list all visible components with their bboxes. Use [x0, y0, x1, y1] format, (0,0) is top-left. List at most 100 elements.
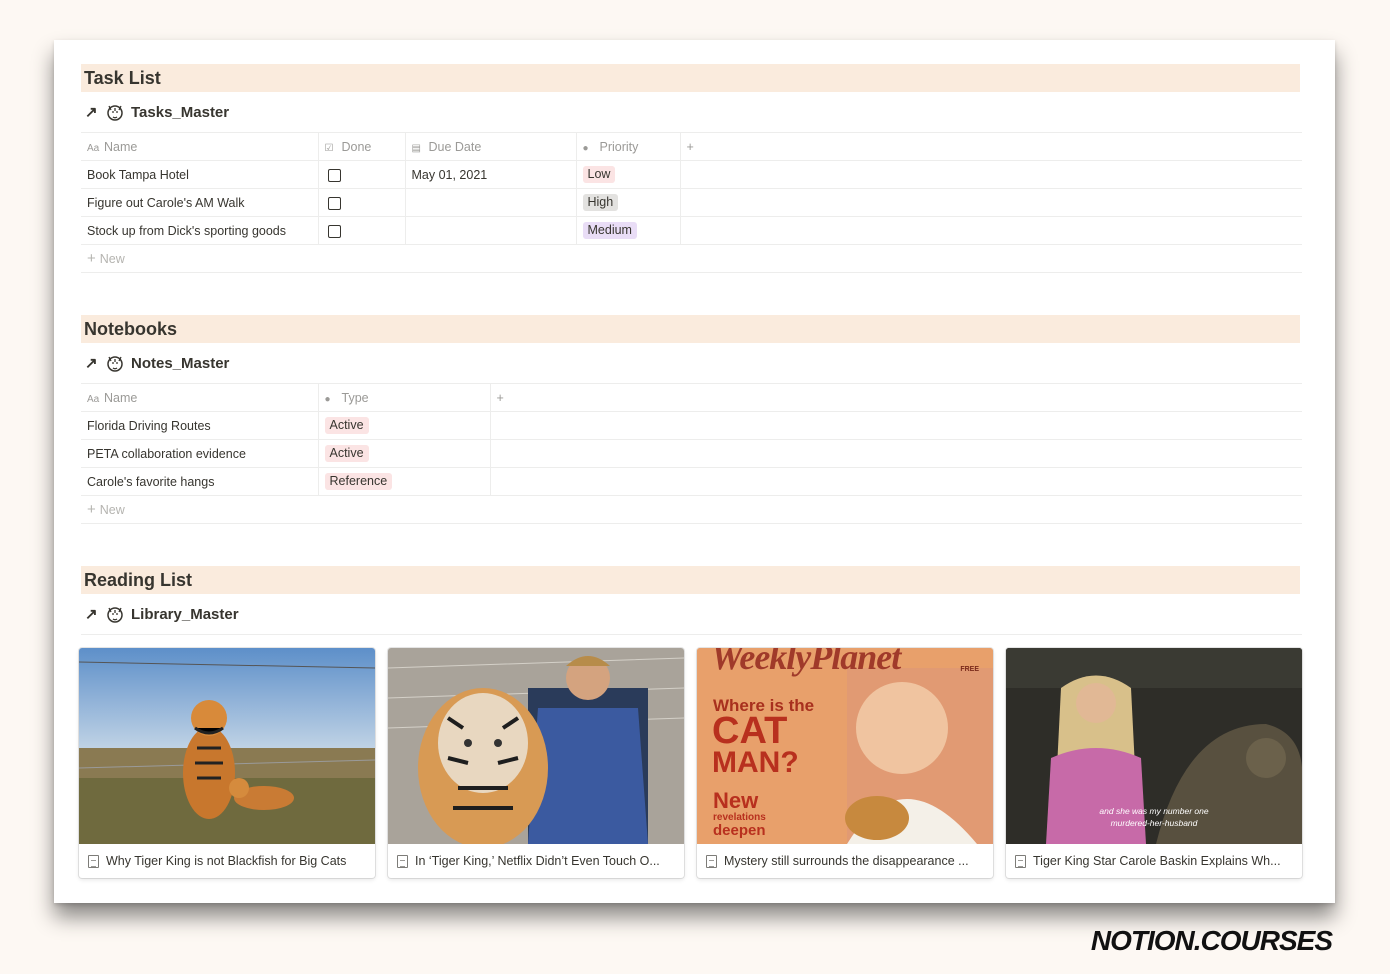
section-heading: Notebooks [81, 315, 1300, 343]
new-label: New [99, 252, 125, 266]
type-tag: Active [324, 417, 369, 434]
column-header-due-date[interactable]: ▤ Due Date [404, 132, 576, 161]
row-name[interactable]: PETA collaboration evidence [81, 439, 318, 468]
table-row[interactable]: Figure out Carole's AM Walk High [81, 188, 1302, 217]
tiger-icon [107, 356, 123, 372]
priority-cell[interactable]: High [575, 188, 680, 217]
table-row[interactable]: Book Tampa Hotel May 01, 2021 Low [81, 160, 1302, 189]
tiger-icon [107, 105, 123, 121]
tasks-table: Aa Name ☑ Done ▤ Due Date ● Priority + Book … [81, 132, 1302, 273]
column-header-name[interactable]: Aa Name [81, 132, 318, 161]
empty-cell [489, 467, 1302, 496]
new-label: New [99, 503, 125, 517]
notebooks-section: Notebooks ↗ Notes_Master Aa Name ● Type + … [81, 315, 1302, 524]
priority-tag: High [582, 194, 619, 211]
database-name: Tasks_Master [131, 103, 230, 121]
row-name[interactable]: Book Tampa Hotel [81, 160, 318, 189]
magazine-subhead: New [713, 788, 759, 813]
column-header-priority[interactable]: ● Priority [575, 132, 680, 161]
row-name[interactable]: Figure out Carole's AM Walk [81, 188, 318, 217]
linked-database-title[interactable]: ↗ Notes_Master [81, 343, 1302, 383]
done-cell[interactable] [317, 188, 405, 217]
add-property-button[interactable]: + [489, 383, 1302, 412]
linked-database-title[interactable]: ↗ Library_Master [81, 594, 1302, 634]
tiger-icon [107, 607, 123, 623]
new-row-button[interactable]: + New [81, 244, 1302, 273]
linked-database-title[interactable]: ↗ Tasks_Master [81, 92, 1302, 132]
table-row[interactable]: Florida Driving Routes Active [81, 411, 1302, 440]
column-header-done[interactable]: ☑ Done [317, 132, 405, 161]
due-date-cell[interactable] [404, 216, 576, 245]
brand-watermark: NOTION.COURSES [1090, 925, 1333, 956]
due-date-cell[interactable]: May 01, 2021 [404, 160, 576, 189]
cover-image-carole-baskin: and she was my number one murdered-her-h… [1006, 648, 1302, 844]
text-property-icon: Aa [87, 393, 100, 405]
checkbox[interactable] [327, 168, 341, 182]
cover-image-joe-exotic-tiger [388, 648, 684, 844]
row-name[interactable]: Carole's favorite hangs [81, 467, 318, 496]
column-header-name[interactable]: Aa Name [81, 383, 318, 412]
link-arrow-icon: ↗ [85, 355, 98, 372]
reading-list-section: Reading List ↗ Library_Master Why Tiger … [79, 566, 1302, 878]
row-name[interactable]: Florida Driving Routes [81, 411, 318, 440]
empty-cell [679, 188, 1302, 217]
select-property-icon: ● [324, 393, 331, 405]
database-name: Notes_Master [131, 354, 230, 372]
page-canvas: Task List ↗ Tasks_Master Aa Name ☑ Done ▤ D… [54, 40, 1335, 903]
done-cell[interactable] [317, 160, 405, 189]
table-row[interactable]: Carole's favorite hangs Reference [81, 467, 1302, 496]
new-row-button[interactable]: + New [81, 495, 1302, 524]
priority-cell[interactable]: Medium [575, 216, 680, 245]
column-header-type[interactable]: ● Type [317, 383, 490, 412]
page-icon [706, 854, 717, 868]
checkbox[interactable] [327, 224, 341, 238]
card-title: Tiger King Star Carole Baskin Explains W… [1033, 854, 1281, 868]
table-row[interactable]: PETA collaboration evidence Active [81, 439, 1302, 468]
cover-image-magazine: WeeklyPlanet FREE Where is the CAT MAN? … [697, 648, 993, 844]
done-cell[interactable] [317, 216, 405, 245]
gallery-card[interactable]: WeeklyPlanet FREE Where is the CAT MAN? … [697, 648, 993, 878]
section-heading: Reading List [81, 566, 1300, 594]
gallery-card[interactable]: In ‘Tiger King,’ Netflix Didn’t Even Tou… [388, 648, 684, 878]
gallery-card[interactable]: and she was my number one murdered-her-h… [1006, 648, 1302, 878]
task-list-section: Task List ↗ Tasks_Master Aa Name ☑ Done ▤ D… [81, 64, 1302, 273]
video-caption: murdered-her-husband [1110, 818, 1198, 828]
magazine-headline: MAN? [712, 746, 799, 779]
notes-table: Aa Name ● Type + Florida Driving Routes Ac… [81, 383, 1302, 524]
magazine-subhead: deepen [713, 822, 766, 839]
database-name: Library_Master [131, 605, 239, 623]
empty-cell [489, 439, 1302, 468]
type-tag: Reference [324, 473, 393, 490]
link-arrow-icon: ↗ [85, 606, 98, 623]
empty-cell [489, 411, 1302, 440]
divider [81, 634, 1302, 635]
plus-icon: + [87, 250, 96, 267]
type-cell[interactable]: Active [317, 411, 490, 440]
magazine-headline: CAT [712, 710, 788, 752]
gallery: Why Tiger King is not Blackfish for Big … [79, 648, 1302, 878]
plus-icon: + [87, 501, 96, 518]
priority-cell[interactable]: Low [575, 160, 680, 189]
table-row[interactable]: Stock up from Dick's sporting goods Medi… [81, 216, 1302, 245]
type-tag: Active [324, 445, 369, 462]
due-date-cell[interactable] [404, 188, 576, 217]
select-property-icon: ● [582, 142, 589, 154]
checkbox-property-icon: ☑ [324, 142, 334, 154]
page-icon [397, 854, 408, 868]
card-title: In ‘Tiger King,’ Netflix Didn’t Even Tou… [415, 854, 660, 868]
priority-tag: Low [582, 166, 616, 183]
checkbox[interactable] [327, 196, 341, 210]
type-cell[interactable]: Active [317, 439, 490, 468]
empty-cell [679, 216, 1302, 245]
page-icon [1015, 854, 1026, 868]
card-title: Why Tiger King is not Blackfish for Big … [106, 854, 347, 868]
card-title: Mystery still surrounds the disappearanc… [724, 854, 969, 868]
section-heading: Task List [81, 64, 1300, 92]
type-cell[interactable]: Reference [317, 467, 490, 496]
magazine-free-label: FREE [960, 666, 979, 673]
row-name[interactable]: Stock up from Dick's sporting goods [81, 216, 318, 245]
priority-tag: Medium [582, 222, 637, 239]
video-caption: and she was my number one [1099, 806, 1209, 816]
add-property-button[interactable]: + [679, 132, 1302, 161]
gallery-card[interactable]: Why Tiger King is not Blackfish for Big … [79, 648, 375, 878]
